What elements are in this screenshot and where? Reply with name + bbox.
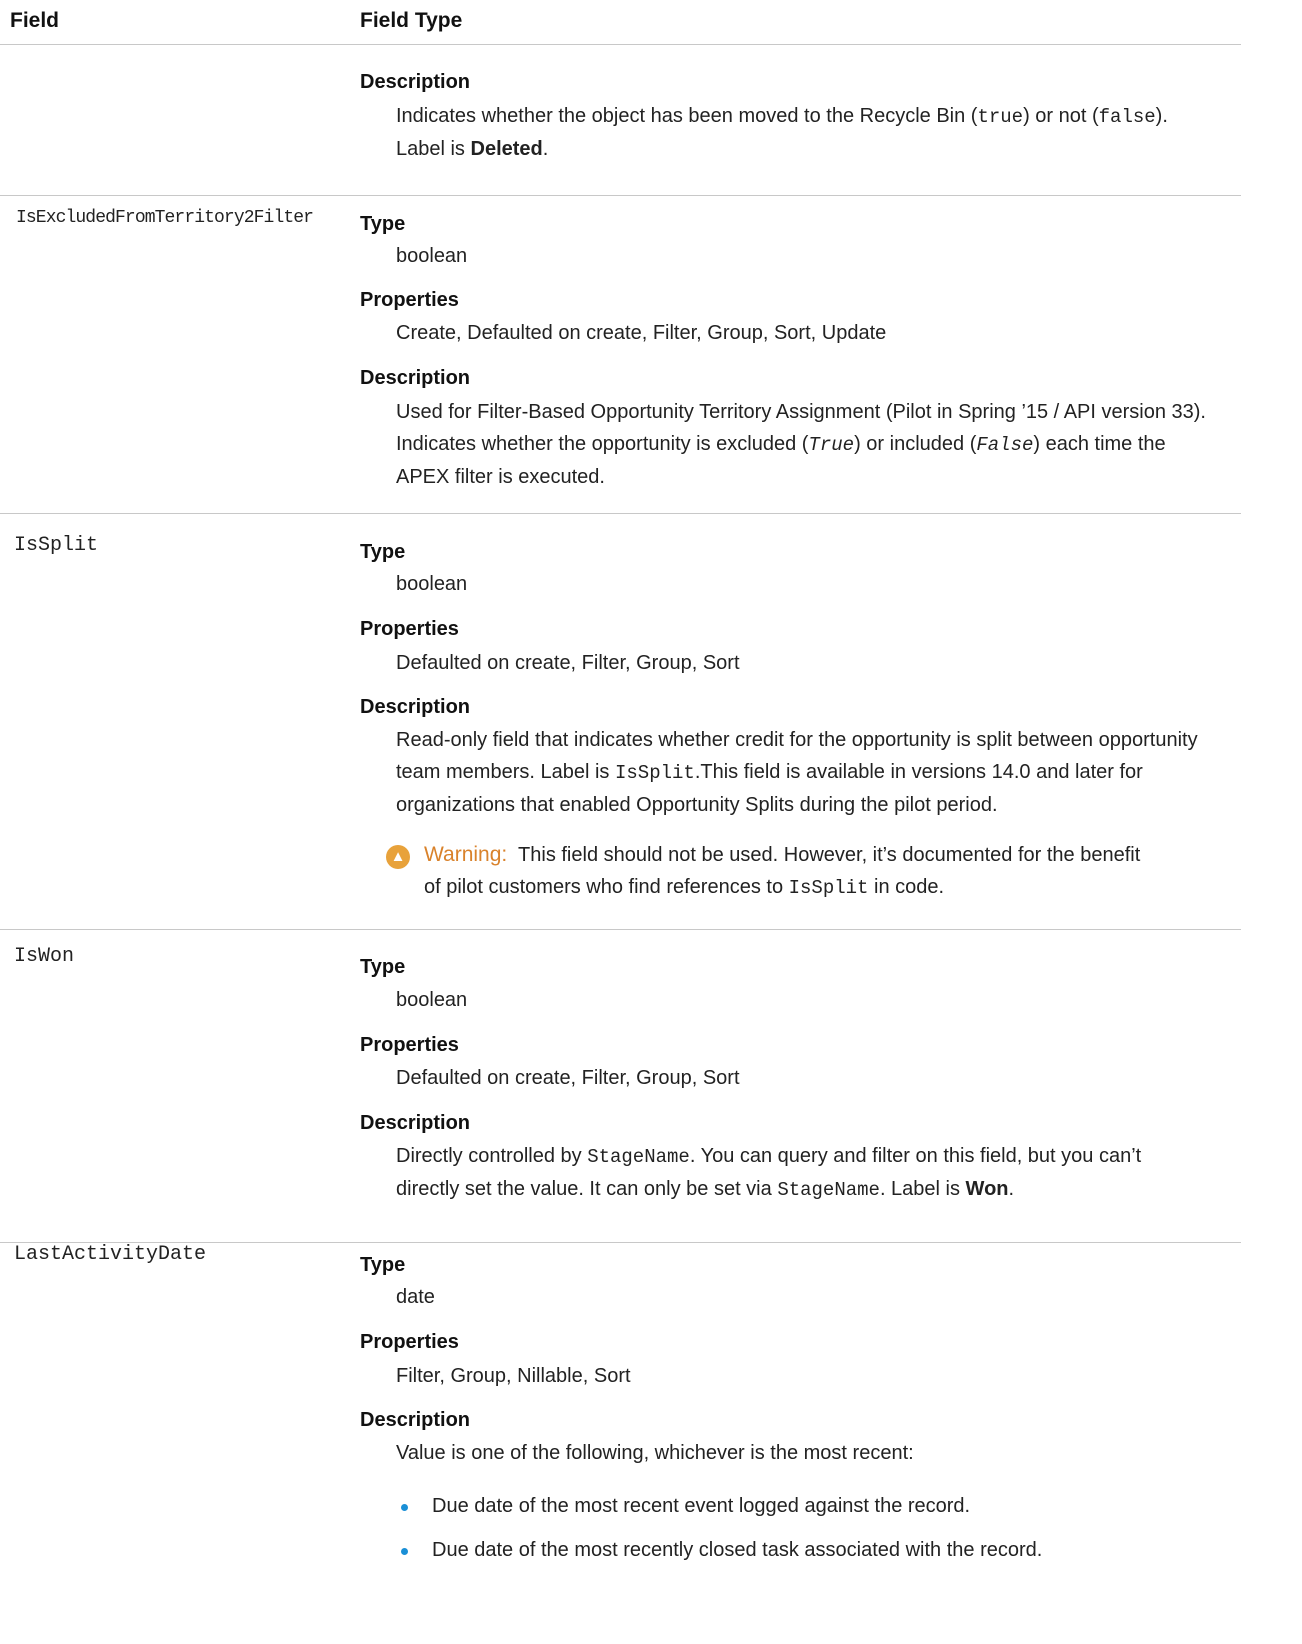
description-label: Description <box>360 367 471 389</box>
field-name: IsExcludedFromTerritory2Filter <box>16 208 314 228</box>
type-label: Type <box>360 541 406 563</box>
description-text: Directly controlled by StageName. You ca… <box>396 1145 1142 1201</box>
description-label: Description <box>360 1112 471 1134</box>
field-type-column-header: Field Type <box>360 9 463 32</box>
properties-value: Defaulted on create, Filter, Group, Sort <box>396 652 740 674</box>
type-label: Type <box>360 213 406 235</box>
list-item: Due date of the most recently closed tas… <box>432 1539 1043 1561</box>
description-text: Indicates whether the object has been mo… <box>396 105 1168 160</box>
properties-label: Properties <box>360 1034 459 1056</box>
description-label: Description <box>360 71 471 93</box>
properties-label: Properties <box>360 1331 459 1353</box>
table-row-iswon: IsWon Type boolean Properties Defaulted … <box>0 930 1241 1243</box>
field-column-header: Field <box>10 9 60 32</box>
type-value: boolean <box>396 245 468 267</box>
warning-icon: ▲ <box>386 845 410 869</box>
description-label: Description <box>360 696 471 718</box>
table-row-lastactivitydate: LastActivityDate Type date Properties Fi… <box>0 1243 1241 1644</box>
description-text: Used for Filter-Based Opportunity Territ… <box>396 401 1206 488</box>
bullet-icon <box>401 1548 408 1555</box>
properties-label: Properties <box>360 618 459 640</box>
type-label: Type <box>360 1254 406 1276</box>
properties-label: Properties <box>360 289 459 311</box>
warning-note-continued: of pilot customers who find references t… <box>424 876 945 899</box>
table-row-isexcludedfromterritory2filter: IsExcludedFromTerritory2Filter Type bool… <box>0 196 1241 514</box>
type-value: boolean <box>396 989 468 1011</box>
field-name: IsWon <box>14 945 75 968</box>
field-name: LastActivityDate <box>14 1243 207 1266</box>
table-row-issplit: IsSplit Type boolean Properties Defaulte… <box>0 514 1241 930</box>
field-name: IsSplit <box>14 534 99 557</box>
table-row-deleted: Description Indicates whether the object… <box>0 45 1241 196</box>
list-item: Due date of the most recent event logged… <box>432 1495 971 1517</box>
warning-note: Warning: This field should not be used. … <box>424 843 1141 866</box>
type-value: boolean <box>396 573 468 595</box>
properties-value: Filter, Group, Nillable, Sort <box>396 1365 631 1387</box>
type-label: Type <box>360 956 406 978</box>
bullet-icon <box>401 1504 408 1511</box>
description-label: Description <box>360 1409 471 1431</box>
description-text: Read-only field that indicates whether c… <box>396 729 1198 816</box>
type-value: date <box>396 1286 435 1308</box>
properties-value: Create, Defaulted on create, Filter, Gro… <box>396 322 887 344</box>
table-header: Field Field Type <box>0 0 1241 45</box>
description-text: Value is one of the following, whichever… <box>396 1442 914 1464</box>
properties-value: Defaulted on create, Filter, Group, Sort <box>396 1067 740 1089</box>
